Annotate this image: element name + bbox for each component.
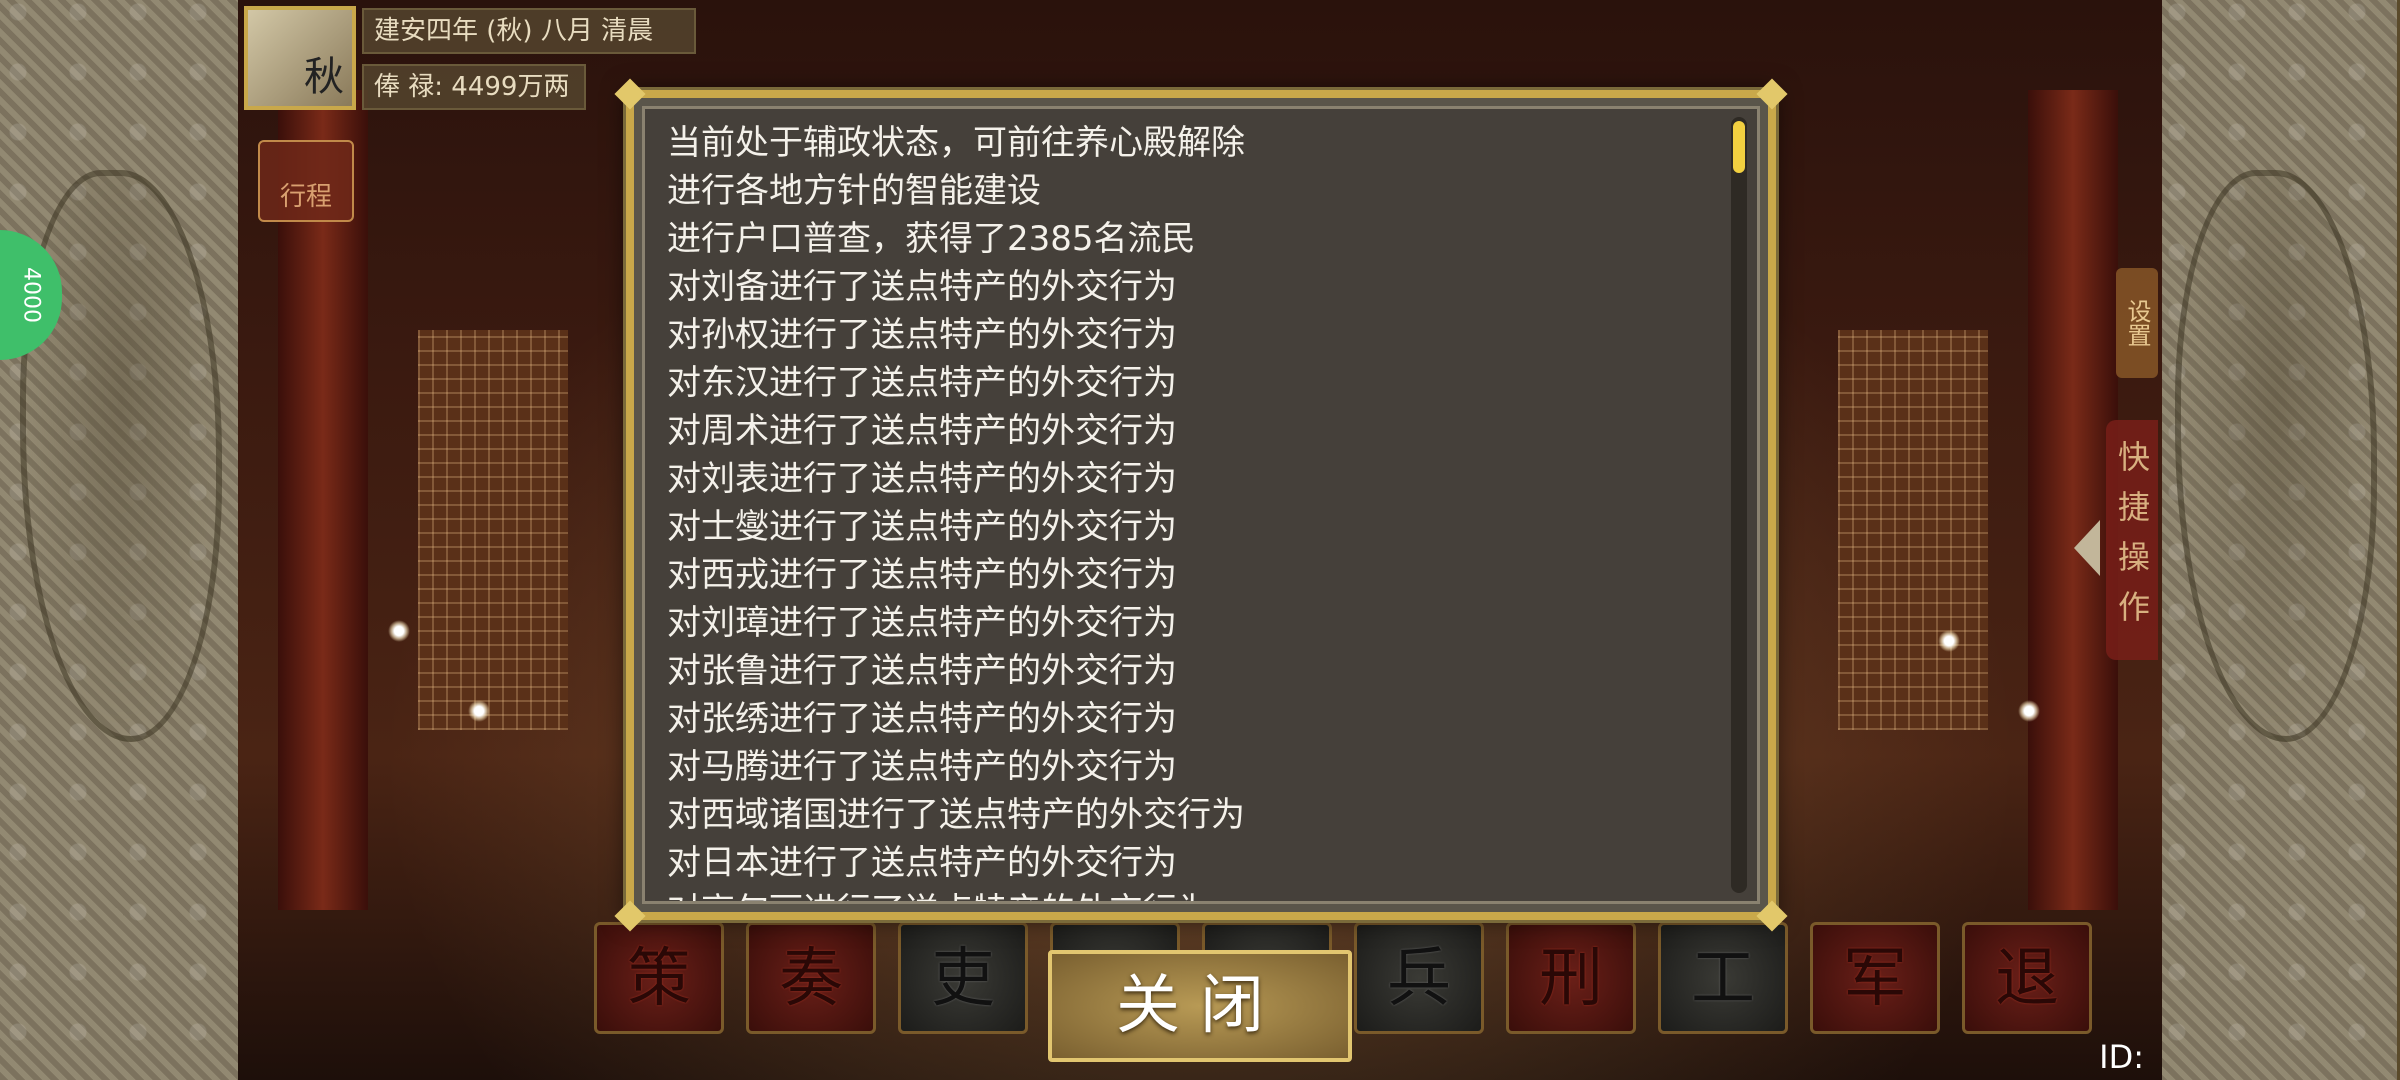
left-dragon-panel	[0, 0, 244, 1080]
season-badge[interactable]: 秋	[244, 6, 356, 110]
log-entry: 进行户口普查，获得了2385名流民	[667, 219, 1196, 259]
ministry-button-memorial[interactable]: 奏	[746, 922, 876, 1034]
itinerary-button[interactable]: 行程	[258, 140, 354, 222]
log-entry: 对西域诸国进行了送点特产的外交行为	[667, 795, 1245, 835]
season-char: 秋	[304, 54, 344, 100]
log-entry: 对士燮进行了送点特产的外交行为	[667, 507, 1177, 547]
ministry-button-justice[interactable]: 刑	[1506, 922, 1636, 1034]
window-lattice	[1838, 330, 1988, 730]
ministry-button-strategy[interactable]: 策	[594, 922, 724, 1034]
ministry-button-war[interactable]: 兵	[1354, 922, 1484, 1034]
ministry-button-personnel[interactable]: 吏	[898, 922, 1028, 1034]
date-display: 建安四年 (秋) 八月 清晨	[362, 8, 696, 54]
log-entry: 对西戎进行了送点特产的外交行为	[667, 555, 1177, 595]
candle-light-icon	[1938, 630, 1960, 652]
log-entry: 对日本进行了送点特产的外交行为	[667, 843, 1177, 883]
log-entry: 对刘璋进行了送点特产的外交行为	[667, 603, 1177, 643]
pillar-decoration	[2028, 90, 2118, 910]
event-log-list: 当前处于辅政状态，可前往养心殿解除 进行各地方针的智能建设 进行户口普查，获得了…	[645, 109, 1757, 901]
settings-button[interactable]: 设置	[2116, 268, 2158, 378]
log-entry: 对张绣进行了送点特产的外交行为	[667, 699, 1177, 739]
event-log-dialog: 当前处于辅政状态，可前往养心殿解除 进行各地方针的智能建设 进行户口普查，获得了…	[614, 78, 1788, 932]
log-entry: 对张鲁进行了送点特产的外交行为	[667, 651, 1177, 691]
log-scrollbar[interactable]	[1731, 117, 1747, 893]
scrollbar-thumb[interactable]	[1733, 121, 1745, 173]
ministry-button-retreat[interactable]: 退	[1962, 922, 2092, 1034]
log-entry: 当前处于辅政状态，可前往养心殿解除	[667, 123, 1245, 163]
log-entry: 对刘备进行了送点特产的外交行为	[667, 267, 1177, 307]
log-entry: 对马腾进行了送点特产的外交行为	[667, 747, 1177, 787]
candle-light-icon	[388, 620, 410, 642]
candle-light-icon	[2018, 700, 2040, 722]
player-id: ID: 512171	[2022, 1038, 2144, 1080]
right-dragon-panel	[2153, 0, 2400, 1080]
chevron-left-icon[interactable]	[2074, 520, 2100, 576]
log-entry: 对孙权进行了送点特产的外交行为	[667, 315, 1177, 355]
close-button[interactable]: 关闭	[1048, 950, 1352, 1062]
log-entry: 对周术进行了送点特产的外交行为	[667, 411, 1177, 451]
event-log-panel[interactable]: 当前处于辅政状态，可前往养心殿解除 进行各地方针的智能建设 进行户口普查，获得了…	[642, 106, 1760, 904]
log-entry: 对高句丽进行了送点特产的外交行为	[667, 887, 1757, 901]
log-entry: 进行各地方针的智能建设	[667, 171, 1041, 211]
ministry-button-army[interactable]: 军	[1810, 922, 1940, 1034]
quick-operations-button[interactable]: 快捷操作	[2106, 420, 2158, 660]
window-lattice	[418, 330, 568, 730]
candle-light-icon	[468, 700, 490, 722]
log-entry: 对刘表进行了送点特产的外交行为	[667, 459, 1177, 499]
log-entry: 对东汉进行了送点特产的外交行为	[667, 363, 1177, 403]
ministry-button-works[interactable]: 工	[1658, 922, 1788, 1034]
dragon-emblem-icon	[2175, 170, 2377, 742]
salary-display: 俸 禄: 4499万两	[362, 64, 586, 110]
game-screen: 秋 建安四年 (秋) 八月 清晨 俸 禄: 4499万两 行程 4000 设置 …	[0, 0, 2400, 1080]
